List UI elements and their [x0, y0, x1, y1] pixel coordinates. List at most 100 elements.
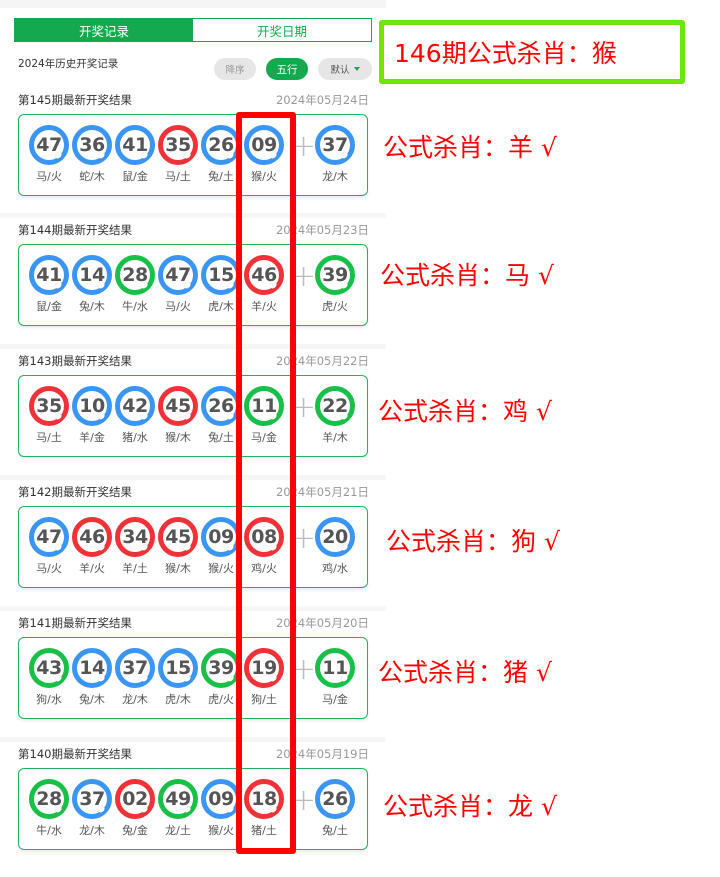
special-ball-item: 11 马/金	[313, 648, 357, 707]
ball-item: 45 猴/木	[156, 517, 200, 576]
zodiac-element-label: 蛇/木	[79, 170, 105, 183]
ball-item: 45 猴/木	[156, 386, 200, 445]
ball-item: 46 羊/火	[70, 517, 114, 576]
number-ball: 28	[115, 255, 155, 295]
special-ball-item: 20 鸡/水	[313, 517, 357, 576]
draw-record: 第145期最新开奖结果 2024年05月24日 47 马/火 36 蛇/木 41 …	[0, 92, 386, 223]
ball-item: 02 兔/金	[113, 779, 157, 838]
record-title: 第142期最新开奖结果	[18, 485, 132, 499]
number-ball: 37	[115, 648, 155, 688]
number-ball: 39	[201, 648, 241, 688]
ball-item: 28 牛/水	[113, 255, 157, 314]
ball-item: 41 鼠/金	[113, 125, 157, 184]
special-ball-item: 39 虎/火	[313, 255, 357, 314]
zodiac-element-label: 马/火	[36, 562, 62, 575]
draw-record: 第142期最新开奖结果 2024年05月21日 47 马/火 46 羊/火 34 …	[0, 475, 386, 615]
top-strip	[0, 0, 386, 8]
draw-record: 第144期最新开奖结果 2024年05月23日 41 鼠/金 14 兔/木 28 …	[0, 213, 386, 353]
headline-box: 146期公式杀肖：猴	[379, 20, 685, 84]
number-ball: 45	[158, 517, 198, 557]
wuxing-button[interactable]: 五行	[266, 58, 308, 80]
ball-item: 10 羊/金	[70, 386, 114, 445]
ball-item: 14 兔/木	[70, 255, 114, 314]
chevron-down-icon	[353, 67, 360, 71]
number-ball: 47	[158, 255, 198, 295]
record-separator	[0, 475, 386, 480]
formula-annotation: 公式杀肖：猪 √	[378, 658, 552, 687]
zodiac-element-label: 兔/土	[322, 824, 348, 837]
number-ball: 15	[201, 255, 241, 295]
number-ball: 46	[72, 517, 112, 557]
balls-box: 47 马/火 36 蛇/木 41 鼠/金 35 马/土 26 兔/土 09 猴/…	[18, 114, 368, 196]
record-date: 2024年05月24日	[275, 93, 369, 107]
tab-draw-records[interactable]: 开奖记录	[15, 19, 193, 41]
zodiac-element-label: 马/土	[36, 431, 62, 444]
number-ball: 45	[158, 386, 198, 426]
zodiac-element-label: 虎/木	[165, 693, 191, 706]
draw-record: 第141期最新开奖结果 2024年05月20日 43 狗/水 14 兔/木 37 …	[0, 606, 386, 746]
number-ball: 14	[72, 648, 112, 688]
zodiac-element-label: 兔/木	[79, 693, 105, 706]
draw-record: 第140期最新开奖结果 2024年05月19日 28 牛/水 37 龙/木 02 …	[0, 737, 386, 877]
number-ball: 37	[72, 779, 112, 819]
ball-item: 47 马/火	[156, 255, 200, 314]
ball-item: 28 牛/水	[27, 779, 71, 838]
draw-record: 第143期最新开奖结果 2024年05月22日 35 马/土 10 羊/金 42 …	[0, 344, 386, 484]
number-ball: 09	[201, 517, 241, 557]
number-ball: 41	[29, 255, 69, 295]
record-title: 第143期最新开奖结果	[18, 354, 132, 368]
record-separator	[0, 213, 386, 218]
formula-annotation: 公式杀肖：羊 √	[383, 133, 557, 162]
number-ball: 02	[115, 779, 155, 819]
special-number-ball: 11	[315, 648, 355, 688]
zodiac-element-label: 马/金	[322, 693, 348, 706]
number-ball: 35	[158, 125, 198, 165]
history-title: 2024年历史开奖记录	[18, 58, 119, 70]
number-ball: 49	[158, 779, 198, 819]
tab-draw-dates[interactable]: 开奖日期	[193, 19, 371, 41]
special-number-ball: 37	[315, 125, 355, 165]
number-ball: 43	[29, 648, 69, 688]
highlight-column-frame	[236, 112, 296, 854]
sort-desc-button[interactable]: 降序	[214, 58, 256, 80]
default-dropdown[interactable]: 默认	[318, 58, 372, 80]
zodiac-element-label: 马/土	[165, 170, 191, 183]
zodiac-element-label: 猴/木	[165, 431, 191, 444]
special-ball-item: 22 羊/木	[313, 386, 357, 445]
results-panel: 开奖记录 开奖日期 2024年历史开奖记录 降序 五行 默认 第145期最新开奖…	[0, 0, 386, 869]
balls-box: 35 马/土 10 羊/金 42 猪/水 45 猴/木 26 兔/土 11 马/…	[18, 375, 368, 457]
ball-item: 41 鼠/金	[27, 255, 71, 314]
record-title: 第140期最新开奖结果	[18, 747, 132, 761]
ball-item: 42 猪/水	[113, 386, 157, 445]
zodiac-element-label: 龙/木	[122, 693, 148, 706]
record-title: 第144期最新开奖结果	[18, 223, 132, 237]
ball-item: 47 马/火	[27, 517, 71, 576]
zodiac-element-label: 狗/水	[36, 693, 62, 706]
special-ball-item: 26 兔/土	[313, 779, 357, 838]
headline-text: 146期公式杀肖：猴	[394, 39, 617, 68]
ball-item: 14 兔/木	[70, 648, 114, 707]
zodiac-element-label: 虎/火	[322, 300, 348, 313]
number-ball: 34	[115, 517, 155, 557]
zodiac-element-label: 兔/木	[79, 300, 105, 313]
special-number-ball: 39	[315, 255, 355, 295]
number-ball: 26	[201, 386, 241, 426]
zodiac-element-label: 兔/金	[122, 824, 148, 837]
special-ball-item: 37 龙/木	[313, 125, 357, 184]
record-separator	[0, 344, 386, 349]
special-number-ball: 26	[315, 779, 355, 819]
ball-item: 15 虎/木	[156, 648, 200, 707]
balls-box: 43 狗/水 14 兔/木 37 龙/木 15 虎/木 39 虎/火 19 狗/…	[18, 637, 368, 719]
zodiac-element-label: 羊/土	[122, 562, 148, 575]
ball-item: 35 马/土	[27, 386, 71, 445]
zodiac-element-label: 龙/木	[79, 824, 105, 837]
zodiac-element-label: 羊/火	[79, 562, 105, 575]
ball-item: 36 蛇/木	[70, 125, 114, 184]
zodiac-element-label: 羊/金	[79, 431, 105, 444]
ball-item: 34 羊/土	[113, 517, 157, 576]
zodiac-element-label: 龙/土	[165, 824, 191, 837]
zodiac-element-label: 鸡/水	[322, 562, 348, 575]
ball-item: 49 龙/土	[156, 779, 200, 838]
number-ball: 28	[29, 779, 69, 819]
formula-annotation: 公式杀肖：鸡 √	[378, 397, 552, 426]
